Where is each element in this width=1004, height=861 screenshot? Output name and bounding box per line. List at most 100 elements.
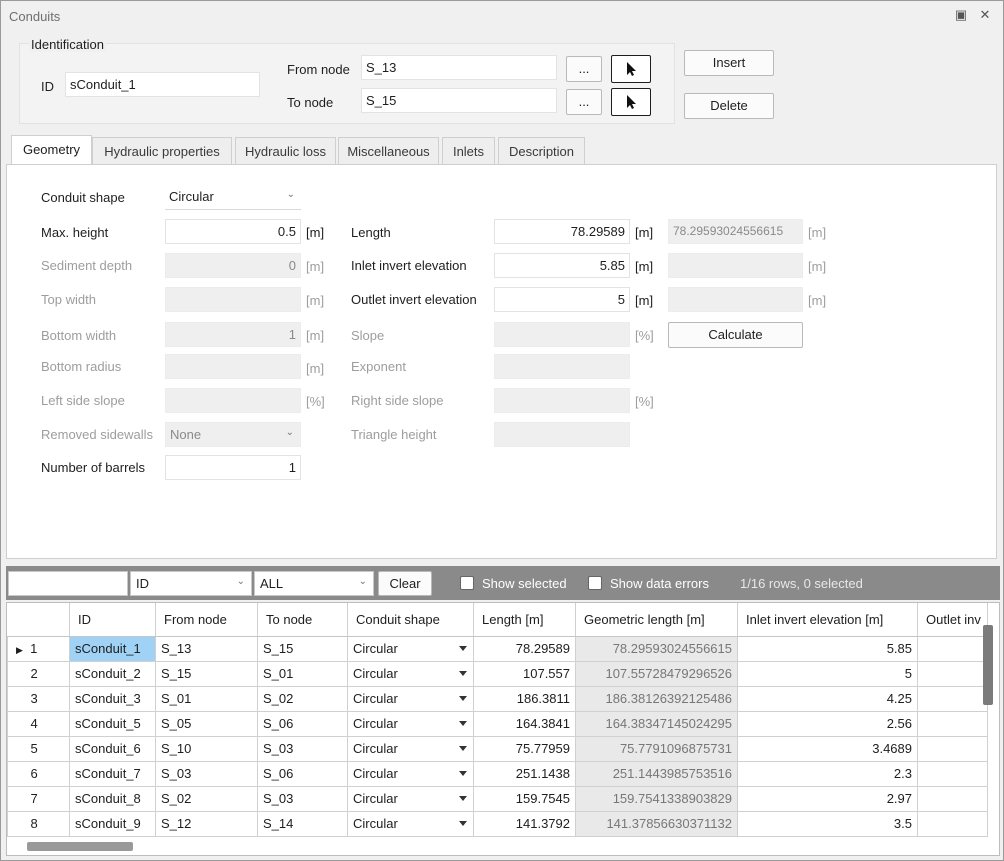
dropdown-caret-icon[interactable] — [459, 745, 467, 751]
close-icon[interactable]: ✕ — [977, 7, 993, 23]
column-header-geometric-length[interactable]: Geometric length [m] — [575, 603, 738, 637]
cell-inlet-invert[interactable]: 4.25 — [737, 685, 918, 712]
length-input[interactable]: 78.29589 — [494, 219, 630, 244]
cell-from-node[interactable]: S_15 — [155, 660, 258, 687]
from-node-pick-button[interactable] — [611, 55, 651, 83]
cell-id[interactable]: sConduit_7 — [69, 760, 156, 787]
cell-to-node[interactable]: S_03 — [257, 735, 348, 762]
to-node-pick-button[interactable] — [611, 88, 651, 116]
filter-scope-select[interactable]: ALL ⌄ — [254, 571, 374, 596]
cell-length[interactable]: 159.7545 — [473, 785, 576, 812]
cell-inlet-invert[interactable]: 2.3 — [737, 760, 918, 787]
tab-inlets[interactable]: Inlets — [442, 137, 495, 165]
cell-conduit-shape[interactable]: Circular — [347, 735, 474, 762]
show-errors-checkbox[interactable] — [588, 576, 602, 590]
cell-conduit-shape[interactable]: Circular — [347, 710, 474, 737]
cell-id[interactable]: sConduit_3 — [69, 685, 156, 712]
conduit-shape-select[interactable]: Circular ⌄ — [165, 185, 301, 210]
cell-from-node[interactable]: S_12 — [155, 810, 258, 837]
column-header-conduit-shape[interactable]: Conduit shape — [347, 603, 474, 637]
insert-button[interactable]: Insert — [684, 50, 774, 76]
tab-miscellaneous[interactable]: Miscellaneous — [338, 137, 439, 165]
inlet-invert-input[interactable]: 5.85 — [494, 253, 630, 278]
bottom-radius-input[interactable] — [165, 354, 301, 379]
cell-to-node[interactable]: S_03 — [257, 785, 348, 812]
cell-inlet-invert[interactable]: 5.85 — [737, 635, 918, 662]
cell-length[interactable]: 75.77959 — [473, 735, 576, 762]
to-node-browse-button[interactable]: ... — [566, 89, 602, 115]
number-of-barrels-input[interactable]: 1 — [165, 455, 301, 480]
slope-input[interactable] — [494, 322, 630, 347]
cell-inlet-invert[interactable]: 5 — [737, 660, 918, 687]
cell-from-node[interactable]: S_05 — [155, 710, 258, 737]
cell-length[interactable]: 107.557 — [473, 660, 576, 687]
column-header-outlet-invert[interactable]: Outlet inv — [917, 603, 988, 637]
removed-sidewalls-select[interactable]: None ⌄ — [165, 422, 301, 447]
from-node-browse-button[interactable]: ... — [566, 56, 602, 82]
cell-to-node[interactable]: S_06 — [257, 760, 348, 787]
cell-conduit-shape[interactable]: Circular — [347, 760, 474, 787]
cell-inlet-invert[interactable]: 2.97 — [737, 785, 918, 812]
tab-geometry[interactable]: Geometry — [11, 135, 92, 165]
tab-description[interactable]: Description — [498, 137, 585, 165]
table-row[interactable]: 7 sConduit_8 S_02 S_03 Circular 159.7545… — [7, 785, 988, 812]
cell-from-node[interactable]: S_03 — [155, 760, 258, 787]
table-row[interactable]: 8 sConduit_9 S_12 S_14 Circular 141.3792… — [7, 810, 988, 837]
sediment-depth-input[interactable]: 0 — [165, 253, 301, 278]
cell-to-node[interactable]: S_15 — [257, 635, 348, 662]
cell-conduit-shape[interactable]: Circular — [347, 660, 474, 687]
dropdown-caret-icon[interactable] — [459, 770, 467, 776]
exponent-input[interactable] — [494, 354, 630, 379]
cell-id[interactable]: sConduit_1 — [69, 635, 156, 662]
dropdown-caret-icon[interactable] — [459, 670, 467, 676]
cell-id[interactable]: sConduit_2 — [69, 660, 156, 687]
table-row[interactable]: 4 sConduit_5 S_05 S_06 Circular 164.3841… — [7, 710, 988, 737]
clear-button[interactable]: Clear — [378, 571, 432, 596]
tab-hydraulic-properties[interactable]: Hydraulic properties — [92, 137, 232, 165]
cell-to-node[interactable]: S_14 — [257, 810, 348, 837]
to-node-input[interactable]: S_15 — [361, 88, 557, 113]
cell-conduit-shape[interactable]: Circular — [347, 810, 474, 837]
bottom-width-input[interactable]: 1 — [165, 322, 301, 347]
cell-outlet-invert[interactable] — [917, 710, 988, 737]
cell-length[interactable]: 141.3792 — [473, 810, 576, 837]
cell-outlet-invert[interactable] — [917, 685, 988, 712]
top-width-input[interactable] — [165, 287, 301, 312]
show-selected-checkbox[interactable] — [460, 576, 474, 590]
column-header-from-node[interactable]: From node — [155, 603, 258, 637]
left-side-slope-input[interactable] — [165, 388, 301, 413]
cell-to-node[interactable]: S_06 — [257, 710, 348, 737]
calculate-button[interactable]: Calculate — [668, 322, 803, 348]
cell-outlet-invert[interactable] — [917, 760, 988, 787]
cell-from-node[interactable]: S_02 — [155, 785, 258, 812]
cell-length[interactable]: 186.3811 — [473, 685, 576, 712]
dropdown-caret-icon[interactable] — [459, 645, 467, 651]
cell-conduit-shape[interactable]: Circular — [347, 635, 474, 662]
triangle-height-input[interactable] — [494, 422, 630, 447]
cell-from-node[interactable]: S_10 — [155, 735, 258, 762]
from-node-input[interactable]: S_13 — [361, 55, 557, 80]
table-row[interactable]: 6 sConduit_7 S_03 S_06 Circular 251.1438… — [7, 760, 988, 787]
cell-conduit-shape[interactable]: Circular — [347, 685, 474, 712]
cell-length[interactable]: 164.3841 — [473, 710, 576, 737]
cell-length[interactable]: 251.1438 — [473, 760, 576, 787]
dropdown-caret-icon[interactable] — [459, 795, 467, 801]
column-header-id[interactable]: ID — [69, 603, 156, 637]
cell-inlet-invert[interactable]: 3.4689 — [737, 735, 918, 762]
dropdown-caret-icon[interactable] — [459, 695, 467, 701]
cell-id[interactable]: sConduit_5 — [69, 710, 156, 737]
dropdown-caret-icon[interactable] — [459, 720, 467, 726]
outlet-invert-input[interactable]: 5 — [494, 287, 630, 312]
cell-id[interactable]: sConduit_8 — [69, 785, 156, 812]
cell-id[interactable]: sConduit_6 — [69, 735, 156, 762]
cell-to-node[interactable]: S_01 — [257, 660, 348, 687]
cell-from-node[interactable]: S_13 — [155, 635, 258, 662]
cell-outlet-invert[interactable] — [917, 785, 988, 812]
cell-outlet-invert[interactable] — [917, 810, 988, 837]
cell-inlet-invert[interactable]: 3.5 — [737, 810, 918, 837]
cell-outlet-invert[interactable] — [917, 635, 988, 662]
tab-hydraulic-loss[interactable]: Hydraulic loss — [235, 137, 336, 165]
column-header-inlet-invert[interactable]: Inlet invert elevation [m] — [737, 603, 918, 637]
cell-conduit-shape[interactable]: Circular — [347, 785, 474, 812]
cell-length[interactable]: 78.29589 — [473, 635, 576, 662]
